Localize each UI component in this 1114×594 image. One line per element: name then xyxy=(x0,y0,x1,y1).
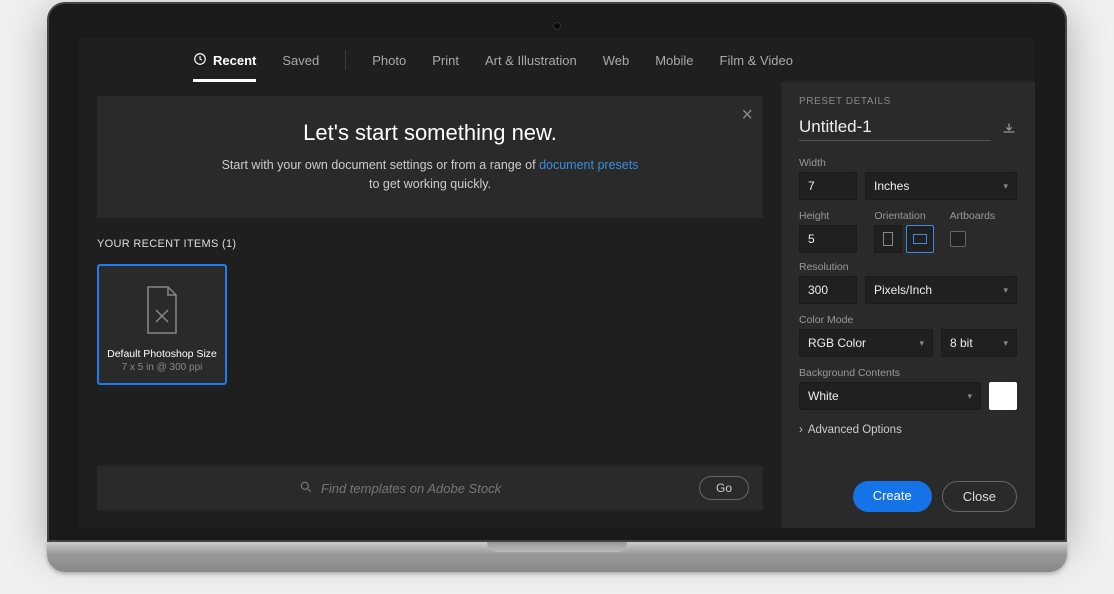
width-label: Width xyxy=(799,157,1017,169)
tab-label: Mobile xyxy=(655,53,693,68)
resolution-label: Resolution xyxy=(799,261,1017,273)
portrait-icon xyxy=(883,232,893,246)
units-value: Inches xyxy=(874,179,909,193)
search-placeholder: Find templates on Adobe Stock xyxy=(321,481,501,496)
camera-dot xyxy=(553,22,561,30)
tab-saved[interactable]: Saved xyxy=(282,38,319,82)
recent-items-heading: YOUR RECENT ITEMS (1) xyxy=(97,238,763,250)
close-button[interactable]: Close xyxy=(942,481,1017,512)
laptop-frame: Recent Saved Photo Print Art & Illustrat… xyxy=(47,2,1067,572)
width-input[interactable]: 7 xyxy=(799,172,857,200)
close-banner-button[interactable]: × xyxy=(741,104,753,127)
background-contents-select[interactable]: White ▾ xyxy=(799,382,981,410)
tab-photo[interactable]: Photo xyxy=(372,38,406,82)
colormode-value: RGB Color xyxy=(808,336,866,350)
preset-details-heading: PRESET DETAILS xyxy=(799,96,1017,107)
tab-art-illustration[interactable]: Art & Illustration xyxy=(485,38,577,82)
tab-label: Web xyxy=(603,53,630,68)
chevron-down-icon: ▾ xyxy=(1003,285,1008,296)
resolution-unit-value: Pixels/Inch xyxy=(874,283,932,297)
artboards-label: Artboards xyxy=(950,210,1017,222)
document-name-row: Untitled-1 xyxy=(799,117,1017,141)
tab-label: Art & Illustration xyxy=(485,53,577,68)
artboards-checkbox[interactable] xyxy=(950,231,966,247)
preset-card-subtitle: 7 x 5 in @ 300 ppi xyxy=(105,362,219,373)
banner-title: Let's start something new. xyxy=(115,120,745,146)
screen-bezel: Recent Saved Photo Print Art & Illustrat… xyxy=(47,2,1067,542)
app-screen: Recent Saved Photo Print Art & Illustrat… xyxy=(79,38,1035,528)
tab-label: Saved xyxy=(282,53,319,68)
advanced-options-toggle[interactable]: › Advanced Options xyxy=(799,424,1017,436)
preset-details-panel: PRESET DETAILS Untitled-1 Width 7 Inches… xyxy=(781,82,1035,528)
chevron-right-icon: › xyxy=(799,424,803,436)
landscape-icon xyxy=(913,234,927,244)
welcome-banner: × Let's start something new. Start with … xyxy=(97,96,763,218)
tab-web[interactable]: Web xyxy=(603,38,630,82)
tab-label: Photo xyxy=(372,53,406,68)
chevron-down-icon: ▾ xyxy=(1003,181,1008,192)
orientation-label: Orientation xyxy=(874,210,941,222)
chevron-down-icon: ▾ xyxy=(967,391,972,402)
tab-mobile[interactable]: Mobile xyxy=(655,38,693,82)
tab-label: Film & Video xyxy=(720,53,793,68)
search-go-button[interactable]: Go xyxy=(699,476,749,500)
preset-category-tabbar: Recent Saved Photo Print Art & Illustrat… xyxy=(79,38,1035,82)
content-row: × Let's start something new. Start with … xyxy=(79,82,1035,528)
background-color-swatch[interactable] xyxy=(989,382,1017,410)
save-preset-icon[interactable] xyxy=(1001,121,1017,138)
document-name-input[interactable]: Untitled-1 xyxy=(799,117,991,141)
recent-preset-card[interactable]: Default Photoshop Size 7 x 5 in @ 300 pp… xyxy=(97,264,227,385)
left-column: × Let's start something new. Start with … xyxy=(79,82,781,528)
chevron-down-icon: ▾ xyxy=(1003,338,1008,349)
orientation-landscape-button[interactable] xyxy=(906,225,934,253)
create-button[interactable]: Create xyxy=(853,481,932,512)
tab-print[interactable]: Print xyxy=(432,38,459,82)
preset-card-title: Default Photoshop Size xyxy=(105,348,219,360)
tab-recent[interactable]: Recent xyxy=(193,38,256,82)
orientation-portrait-button[interactable] xyxy=(874,225,902,253)
background-contents-label: Background Contents xyxy=(799,367,1017,379)
bitdepth-select[interactable]: 8 bit ▾ xyxy=(941,329,1017,357)
preset-file-icon xyxy=(105,280,219,340)
advanced-options-label: Advanced Options xyxy=(808,424,902,436)
footer-buttons: Create Close xyxy=(799,481,1017,512)
height-label: Height xyxy=(799,210,866,222)
colormode-select[interactable]: RGB Color ▾ xyxy=(799,329,933,357)
tab-label: Recent xyxy=(213,53,256,68)
units-select[interactable]: Inches ▾ xyxy=(865,172,1017,200)
bitdepth-value: 8 bit xyxy=(950,336,973,350)
height-input[interactable]: 5 xyxy=(799,225,857,253)
background-contents-value: White xyxy=(808,389,839,403)
resolution-input[interactable]: 300 xyxy=(799,276,857,304)
search-icon xyxy=(299,480,313,497)
chevron-down-icon: ▾ xyxy=(919,338,924,349)
colormode-label: Color Mode xyxy=(799,314,1017,326)
document-presets-link[interactable]: document presets xyxy=(539,158,638,172)
stock-search-bar: Find templates on Adobe Stock Go xyxy=(97,466,763,510)
tab-film-video[interactable]: Film & Video xyxy=(720,38,793,82)
laptop-base xyxy=(47,542,1067,572)
resolution-unit-select[interactable]: Pixels/Inch ▾ xyxy=(865,276,1017,304)
tab-label: Print xyxy=(432,53,459,68)
banner-subtitle: Start with your own document settings or… xyxy=(115,156,745,194)
clock-icon xyxy=(193,52,207,69)
stock-search-input[interactable]: Find templates on Adobe Stock xyxy=(111,480,689,497)
